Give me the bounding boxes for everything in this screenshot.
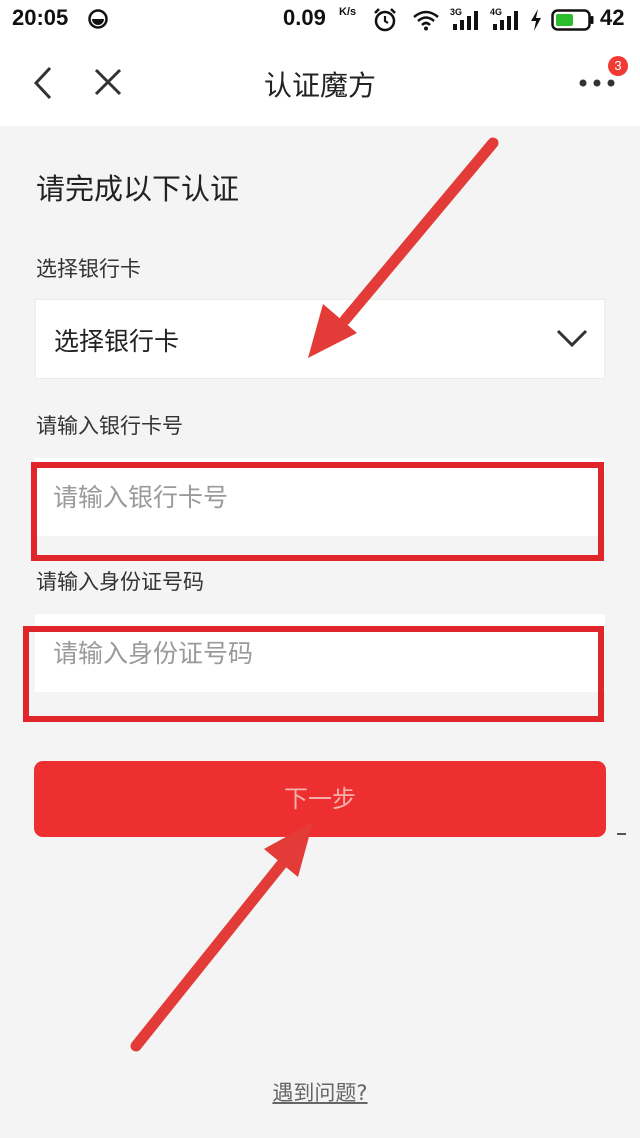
- card-number-label: 请输入银行卡号: [36, 414, 183, 438]
- divider: [617, 833, 626, 835]
- signal-3g-icon: 3G: [450, 7, 478, 30]
- next-step-button[interactable]: 下一步: [34, 761, 606, 837]
- status-time: 20:05: [12, 5, 69, 30]
- battery-level: 42: [600, 5, 625, 30]
- back-chevron-icon[interactable]: [28, 64, 58, 102]
- id-number-field: [35, 614, 605, 692]
- network-speed-unit: K/s: [339, 6, 357, 18]
- network-speed: 0.09: [283, 5, 326, 30]
- bank-card-select-label: 选择银行卡: [36, 257, 141, 281]
- id-number-label: 请输入身份证号码: [36, 570, 204, 594]
- form-heading: 请完成以下认证: [36, 172, 240, 206]
- status-bar: 20:05 0.09 K/s 3G 4G 42: [0, 0, 640, 40]
- chevron-down-icon: [556, 329, 588, 348]
- notification-badge: 3: [608, 56, 628, 76]
- bank-card-select[interactable]: 选择银行卡: [35, 299, 605, 379]
- app-notification-icon: [88, 9, 108, 29]
- page-title: 认证魔方: [263, 69, 376, 102]
- battery-icon: [551, 9, 594, 31]
- close-icon[interactable]: [92, 66, 124, 98]
- wifi-icon: [413, 10, 439, 31]
- alarm-icon: [374, 8, 396, 32]
- nav-bar: 认证魔方 3: [0, 40, 640, 126]
- annotation-arrow-up: [130, 822, 313, 1052]
- svg-text:4G: 4G: [490, 7, 502, 17]
- svg-text:3G: 3G: [450, 7, 462, 17]
- charging-icon: [531, 9, 541, 31]
- bank-card-select-value: 选择银行卡: [54, 327, 180, 356]
- help-link[interactable]: 遇到问题?: [200, 1077, 440, 1107]
- signal-4g-icon: 4G: [490, 7, 518, 30]
- card-number-field: [35, 458, 605, 536]
- card-number-input[interactable]: [35, 458, 605, 536]
- id-number-input[interactable]: [35, 614, 605, 692]
